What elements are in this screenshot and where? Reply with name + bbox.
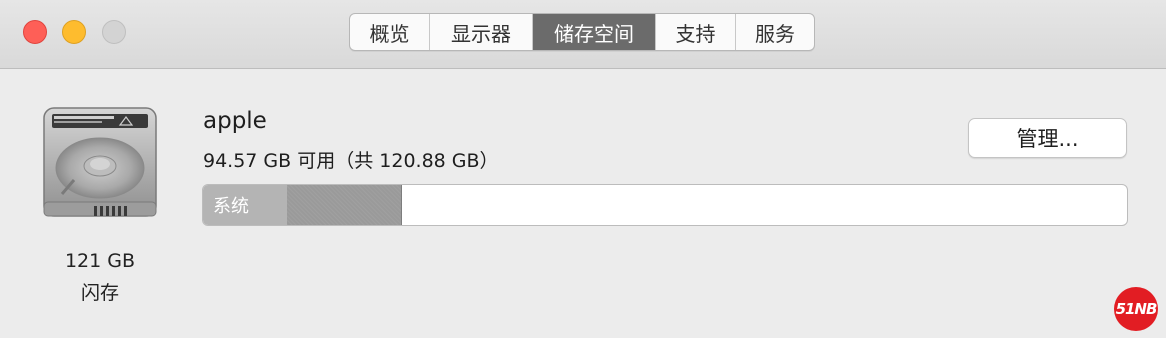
window: 概览 显示器 储存空间 支持 服务 121 GB 闪存 apple 94.57 … — [0, 0, 1166, 338]
minimize-button[interactable] — [62, 20, 86, 44]
tab-displays[interactable]: 显示器 — [430, 14, 533, 50]
disk-type: 闪存 — [80, 282, 119, 304]
disk-available-space: 94.57 GB 可用（共 120.88 GB） — [203, 150, 499, 172]
storage-segment-other[interactable] — [287, 185, 402, 225]
manage-button[interactable]: 管理... — [968, 118, 1127, 158]
disk-capacity: 121 GB — [64, 250, 136, 272]
tab-service[interactable]: 服务 — [736, 14, 814, 50]
close-button[interactable] — [23, 20, 47, 44]
tab-bar: 概览 显示器 储存空间 支持 服务 — [349, 13, 815, 51]
storage-segment-system[interactable]: 系统 — [203, 185, 287, 225]
tab-support[interactable]: 支持 — [656, 14, 736, 50]
title-bar: 概览 显示器 储存空间 支持 服务 — [0, 0, 1166, 69]
tab-storage[interactable]: 储存空间 — [533, 14, 656, 50]
tab-overview[interactable]: 概览 — [350, 14, 430, 50]
disk-name: apple — [203, 108, 267, 134]
storage-bar: 系统 — [202, 184, 1128, 226]
watermark-logo: 51NB — [1114, 287, 1158, 331]
zoom-button — [102, 20, 126, 44]
hard-drive-icon — [43, 107, 157, 217]
